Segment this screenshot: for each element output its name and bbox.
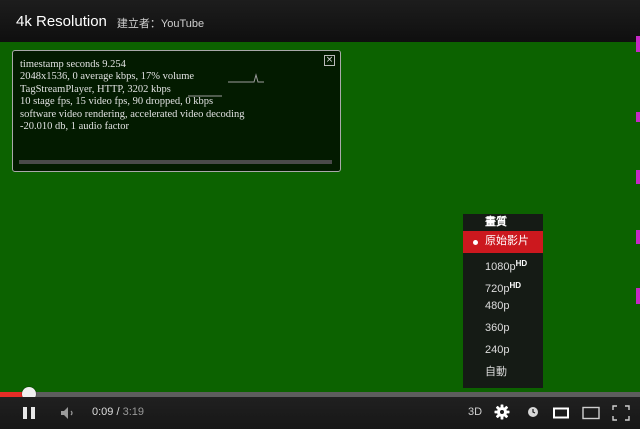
time-separator: / (113, 406, 123, 418)
stats-line: timestamp seconds 9.254 (20, 59, 126, 70)
edge-marker (636, 36, 640, 52)
current-time: 0:09 (92, 406, 114, 418)
quality-option[interactable]: 480p (463, 296, 543, 318)
quality-option-label: 240p (485, 343, 510, 356)
quality-option-label: 720p (485, 282, 510, 295)
video-player[interactable]: 4k Resolution 建立者：YouTube × timestamp se… (0, 0, 640, 429)
quality-option-label: 1080p (485, 260, 516, 273)
quality-option-label: 480p (485, 300, 510, 313)
total-time: 3:19 (122, 406, 145, 418)
stats-line: 10 stage fps, 15 video fps, 90 dropped, … (20, 96, 214, 108)
quality-option[interactable]: 自動 (463, 362, 543, 384)
quality-option[interactable]: 360p (463, 318, 543, 340)
volume-icon[interactable] (60, 406, 76, 420)
stats-for-nerds-panel: × timestamp seconds 9.254 2048x1536, 0 a… (12, 50, 341, 172)
pause-icon[interactable] (22, 406, 36, 420)
hd-badge: HD (515, 258, 528, 268)
stats-line: software video rendering, accelerated vi… (20, 108, 245, 120)
3d-button[interactable]: 3D (468, 406, 482, 418)
small-player-icon[interactable] (553, 407, 569, 419)
quality-option[interactable]: 1080pHD (463, 253, 543, 275)
stats-line: 2048x1536, 0 average kbps, 17% volume (20, 71, 195, 83)
time-display: 0:09 / 3:19 (92, 406, 144, 418)
edge-marker (636, 170, 640, 184)
quality-option-label: 原始影片 (485, 235, 529, 247)
edge-marker (636, 230, 640, 244)
close-icon[interactable]: × (324, 55, 335, 66)
quality-option-label: 自動 (485, 365, 507, 378)
quality-option[interactable]: 240p (463, 340, 543, 362)
volume-sparkline (228, 73, 264, 83)
fullscreen-icon[interactable] (612, 405, 630, 421)
stats-line: TagStreamPlayer, HTTP, 3202 kbps (20, 83, 171, 95)
selected-dot-icon (473, 239, 478, 245)
quality-option[interactable]: 原始影片 (463, 231, 543, 253)
edge-marker (636, 288, 640, 304)
bandwidth-sparkline (188, 95, 222, 97)
control-bar: 0:09 / 3:19 3D (0, 397, 640, 429)
quality-option[interactable]: 720pHD (463, 275, 543, 297)
uploader-label[interactable]: 建立者：YouTube (117, 15, 204, 31)
clock-icon[interactable] (527, 406, 539, 418)
stats-line: -20.010 db, 1 audio factor (20, 121, 130, 133)
quality-menu: 畫質 原始影片 1080pHD 720pHD 480p 360p 240p 自動 (463, 214, 543, 388)
stats-buffer-bar (19, 160, 332, 164)
title-bar: 4k Resolution 建立者：YouTube (0, 0, 640, 42)
hd-badge: HD (509, 280, 522, 290)
video-title[interactable]: 4k Resolution (16, 13, 107, 30)
quality-option-label: 360p (485, 322, 510, 335)
quality-menu-title: 畫質 (485, 216, 507, 228)
gear-icon[interactable] (494, 404, 510, 420)
large-player-icon[interactable] (582, 406, 600, 420)
edge-marker (636, 112, 640, 122)
